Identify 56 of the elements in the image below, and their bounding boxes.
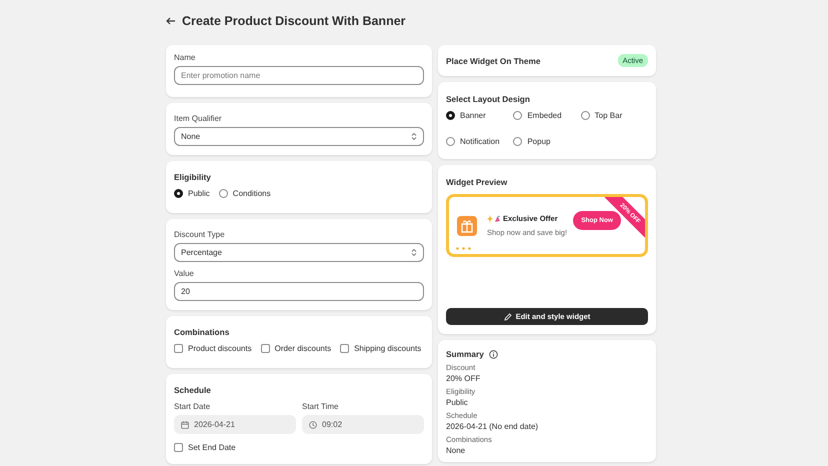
checkbox[interactable] bbox=[174, 344, 183, 353]
checkbox[interactable] bbox=[340, 344, 350, 353]
radio-button[interactable] bbox=[446, 137, 455, 146]
summary-value: Public bbox=[446, 398, 469, 407]
summary-value: 2026-04-21 (No end date) bbox=[446, 422, 540, 431]
radio-label: Conditions bbox=[232, 189, 271, 198]
sparkle-icon bbox=[487, 214, 501, 222]
radio-button[interactable] bbox=[218, 189, 228, 198]
radio-label: Notification bbox=[460, 137, 500, 146]
section-title: Eligibility bbox=[174, 172, 212, 182]
section-title: Place Widget On Theme bbox=[446, 56, 540, 66]
time-field[interactable]: 09:02 bbox=[302, 415, 424, 434]
field-label: Item Qualifier bbox=[174, 114, 223, 123]
chevron-icon bbox=[411, 132, 417, 141]
radio-label: Public bbox=[188, 189, 210, 198]
value-input[interactable]: 20 bbox=[174, 282, 424, 301]
field-label: Start Time bbox=[302, 402, 340, 411]
discount-type-select[interactable]: Percentage bbox=[174, 243, 424, 262]
radio-button[interactable] bbox=[513, 111, 522, 120]
date-field[interactable]: 2026-04-21 bbox=[174, 415, 296, 434]
section-title: Schedule bbox=[174, 385, 212, 395]
radio-label: Embeded bbox=[527, 111, 562, 120]
radio-button[interactable] bbox=[580, 111, 590, 120]
section-title: Select Layout Design bbox=[446, 94, 531, 104]
pencil-icon bbox=[504, 312, 512, 320]
checkbox-label: Order discounts bbox=[274, 344, 332, 353]
checkbox-label: Shipping discounts bbox=[354, 344, 422, 353]
checkbox-label: Product discounts bbox=[188, 344, 252, 353]
radio-label: Top Bar bbox=[594, 111, 622, 120]
field-label: Name bbox=[174, 53, 196, 62]
item-qualifier-select[interactable]: None bbox=[174, 127, 424, 146]
dots-icon bbox=[456, 247, 474, 250]
back-arrow-icon[interactable] bbox=[166, 17, 176, 25]
radio-button[interactable] bbox=[446, 111, 455, 120]
radio-label: Popup bbox=[527, 137, 550, 146]
field-label: Discount Type bbox=[174, 230, 226, 239]
section-title: Combinations bbox=[174, 327, 230, 337]
field-label: Start Date bbox=[174, 402, 212, 411]
page-title: Create Product Discount With Banner bbox=[182, 14, 406, 28]
checkbox-label: Set End Date bbox=[188, 443, 236, 452]
clock-icon bbox=[309, 420, 317, 428]
summary-value: None bbox=[446, 446, 466, 455]
calendar-icon bbox=[181, 420, 189, 428]
info-icon bbox=[488, 350, 498, 358]
name-input[interactable]: Enter promotion name bbox=[174, 66, 424, 85]
gift-icon bbox=[457, 216, 477, 236]
summary-value: 20% OFF bbox=[446, 374, 482, 383]
section-title: Summary bbox=[446, 349, 484, 359]
section-title: Widget Preview bbox=[446, 177, 508, 187]
checkbox[interactable] bbox=[174, 443, 183, 452]
radio-button[interactable] bbox=[513, 137, 522, 146]
field-label: Value bbox=[174, 269, 195, 278]
chevron-icon bbox=[411, 248, 417, 257]
radio-label: Banner bbox=[460, 111, 486, 120]
checkbox[interactable] bbox=[260, 344, 270, 353]
radio-button[interactable] bbox=[174, 189, 183, 198]
